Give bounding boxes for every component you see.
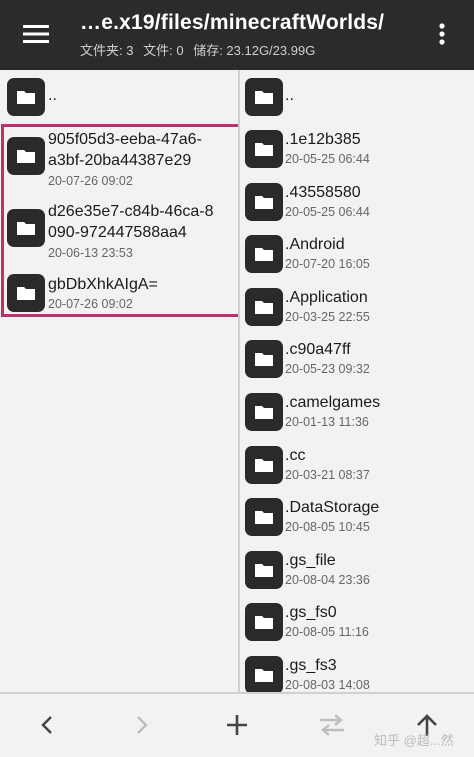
item-date: 20-08-04 23:36 <box>285 572 370 587</box>
item-date: 20-08-05 10:45 <box>285 520 370 535</box>
folder-icon <box>245 78 283 116</box>
item-date: 20-07-26 09:02 <box>48 297 133 311</box>
item-name: .camelgames <box>285 394 381 411</box>
list-item[interactable]: .Application 20-03-25 22:55 <box>240 284 474 332</box>
item-name-line1: d26e35e7-c84b-46ca-8 <box>48 203 214 220</box>
files-count: 文件: 0 <box>143 43 184 58</box>
item-name: .1e12b385 <box>285 131 361 148</box>
parent-folder-row[interactable]: .. <box>240 76 474 116</box>
list-item[interactable]: gbDbXhkAIgA= 20-07-26 09:02 <box>0 272 238 316</box>
right-pane: .. .1e12b385 20-05-25 06:44 .43558580 20-05… <box>240 70 474 694</box>
item-name-line2: 090-972447588aa4 <box>48 224 187 241</box>
folder-icon <box>245 340 283 379</box>
folder-icon <box>245 498 283 537</box>
list-item[interactable]: .43558580 20-05-25 06:44 <box>240 179 474 227</box>
parent-folder-row[interactable]: .. <box>0 76 238 116</box>
item-date: 20-05-25 06:44 <box>285 152 370 166</box>
item-name: .43558580 <box>285 183 361 201</box>
item-name: .Android <box>285 236 345 254</box>
folder-icon <box>7 78 45 116</box>
folder-icon <box>7 137 45 175</box>
folder-icon <box>7 274 45 312</box>
item-name: .c90a47ff <box>285 341 351 359</box>
list-item[interactable]: .camelgames 20-01-13 11:36 <box>240 389 474 437</box>
folders-count: 文件夹: 3 <box>80 43 134 58</box>
item-name: .gs_file <box>285 551 336 569</box>
item-name-line2: a3bf-20ba44387e29 <box>48 152 192 169</box>
list-item[interactable]: .gs_fs3 20-08-03 14:08 <box>240 652 474 694</box>
item-date: 20-03-25 22:55 <box>285 309 370 324</box>
swap-icon[interactable] <box>314 708 350 742</box>
list-item[interactable]: d26e35e7-c84b-46ca-8 090-972447588aa4 20… <box>0 200 238 262</box>
item-name: gbDbXhkAIgA= <box>48 276 158 293</box>
item-date: 20-07-20 16:05 <box>285 257 370 272</box>
folder-icon <box>7 209 45 247</box>
item-date: 20-07-26 09:02 <box>48 174 133 188</box>
folder-icon <box>245 393 283 431</box>
top-app-bar: …e.x19/files/minecraftWorlds/ 文件夹: 3 文件:… <box>0 0 474 70</box>
item-date: 20-06-13 23:53 <box>48 246 133 260</box>
item-name-line1: 905f05d3-eeba-47a6- <box>48 131 202 148</box>
folder-icon <box>245 182 283 221</box>
back-icon[interactable] <box>29 708 65 742</box>
folder-icon <box>245 550 283 589</box>
list-item[interactable]: 905f05d3-eeba-47a6- a3bf-20ba44387e29 20… <box>0 128 238 190</box>
item-name: .cc <box>285 446 306 464</box>
path-stats: 文件夹: 3 文件: 0 储存: 23.12G/23.99G <box>80 40 321 59</box>
item-date: 20-08-05 11:16 <box>285 625 369 640</box>
left-pane: .. 905f05d3-eeba-47a6- a3bf-20ba44387e29… <box>0 70 238 694</box>
file-manager-app: { "header": { "title": "…e.x19/files/min… <box>0 0 474 757</box>
bottom-toolbar: 知乎 @超...然 <box>0 694 474 757</box>
parent-folder-label: .. <box>48 87 57 104</box>
more-vert-icon[interactable] <box>424 16 460 52</box>
add-icon[interactable] <box>219 708 255 742</box>
folder-icon <box>245 235 283 274</box>
folder-icon <box>245 656 283 694</box>
path-title: …e.x19/files/minecraftWorlds/ <box>80 11 385 34</box>
list-item[interactable]: .gs_file 20-08-04 23:36 <box>240 547 474 595</box>
list-item[interactable]: .c90a47ff 20-05-23 09:32 <box>240 336 474 384</box>
watermark-text: 知乎 @超...然 <box>374 733 454 748</box>
list-item[interactable]: .DataStorage 20-08-05 10:45 <box>240 494 474 542</box>
list-item[interactable]: .gs_fs0 20-08-05 11:16 <box>240 599 474 647</box>
folder-icon <box>245 287 283 326</box>
menu-icon[interactable] <box>14 16 58 52</box>
storage-usage: 储存: 23.12G/23.99G <box>193 43 316 58</box>
parent-folder-label: .. <box>285 87 294 104</box>
forward-icon[interactable] <box>124 708 160 742</box>
item-date: 20-08-03 14:08 <box>285 678 370 692</box>
item-name: .gs_fs3 <box>285 657 337 674</box>
folder-icon <box>245 603 283 642</box>
item-name: .gs_fs0 <box>285 604 337 622</box>
list-item[interactable]: .Android 20-07-20 16:05 <box>240 231 474 279</box>
list-item[interactable]: .1e12b385 20-05-25 06:44 <box>240 126 474 174</box>
item-name: .Application <box>285 288 368 306</box>
item-date: 20-05-23 09:32 <box>285 362 370 377</box>
item-date: 20-05-25 06:44 <box>285 204 370 219</box>
list-item[interactable]: .cc 20-03-21 08:37 <box>240 442 474 490</box>
item-name: .DataStorage <box>285 499 380 517</box>
folder-icon <box>245 445 283 484</box>
item-date: 20-03-21 08:37 <box>285 467 370 482</box>
folder-icon <box>245 130 283 168</box>
item-date: 20-01-13 11:36 <box>285 415 369 429</box>
